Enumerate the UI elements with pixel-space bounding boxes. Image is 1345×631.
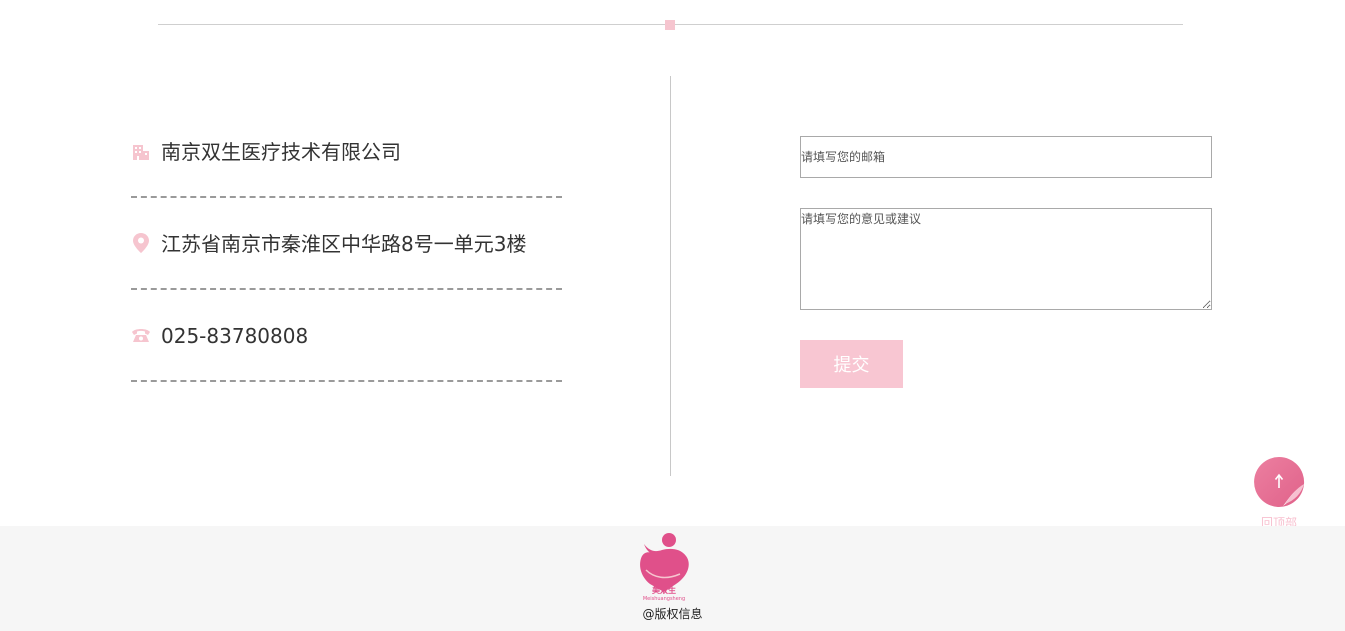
telephone-icon xyxy=(131,325,151,345)
company-row: 南京双生医疗技术有限公司 xyxy=(131,106,562,198)
building-icon xyxy=(131,142,151,162)
phone-row: 025-83780808 xyxy=(131,290,562,382)
email-input[interactable] xyxy=(800,136,1212,178)
logo-subtext: Meishuangsheng xyxy=(643,596,685,602)
company-name: 南京双生医疗技术有限公司 xyxy=(161,140,401,164)
footer: 美双生 Meishuangsheng @版权信息 xyxy=(0,526,1345,631)
message-textarea[interactable] xyxy=(800,208,1212,310)
logo-text: 美双生 xyxy=(652,585,676,595)
location-pin-icon xyxy=(131,233,151,253)
phone-number: 025-83780808 xyxy=(161,324,309,348)
brand-logo: 美双生 Meishuangsheng xyxy=(636,530,692,602)
divider-dot xyxy=(665,20,675,30)
back-to-top-button[interactable] xyxy=(1253,456,1305,508)
column-divider xyxy=(670,76,671,476)
address-row: 江苏省南京市秦淮区中华路8号一单元3楼 xyxy=(131,198,562,290)
submit-button[interactable]: 提交 xyxy=(800,340,903,388)
copyright-text: @版权信息 xyxy=(642,607,703,621)
address-text: 江苏省南京市秦淮区中华路8号一单元3楼 xyxy=(161,232,527,256)
arrow-up-icon xyxy=(1254,456,1305,507)
